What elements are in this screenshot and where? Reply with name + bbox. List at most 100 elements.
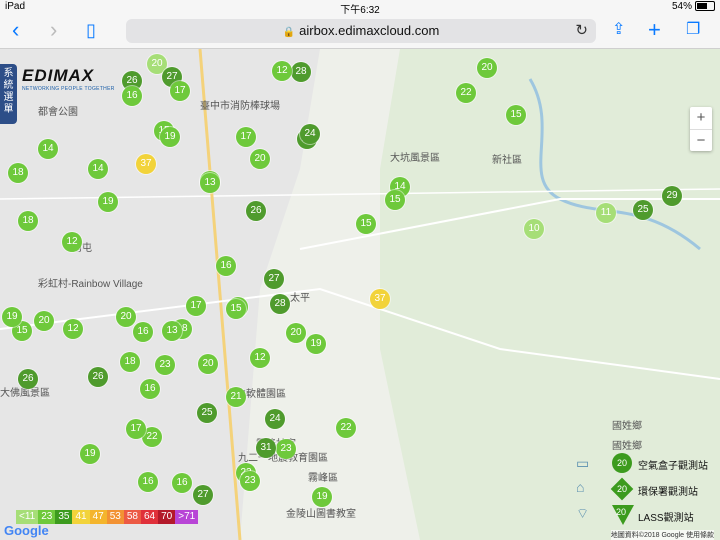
aqi-scale-item: 70 — [158, 510, 176, 524]
station-marker[interactable]: 17 — [186, 296, 206, 316]
station-marker[interactable]: 16 — [216, 256, 236, 276]
station-marker[interactable]: 19 — [2, 307, 22, 327]
station-marker[interactable]: 37 — [136, 154, 156, 174]
station-marker[interactable]: 18 — [120, 352, 140, 372]
aqi-scale-item: 53 — [106, 510, 124, 524]
legend-region-label: 國姓鄉 — [612, 441, 642, 452]
station-marker[interactable]: 12 — [63, 319, 83, 339]
station-marker[interactable]: 16 — [133, 322, 153, 342]
station-marker[interactable]: 17 — [236, 127, 256, 147]
forward-button[interactable]: › — [50, 18, 57, 42]
station-marker[interactable]: 31 — [256, 438, 276, 458]
epa-station-icon: ⌂ — [576, 479, 585, 495]
place-label: 新社區 — [492, 155, 522, 166]
station-marker[interactable]: 26 — [18, 369, 38, 389]
station-marker[interactable]: 22 — [456, 83, 476, 103]
place-label: 彩虹村-Rainbow Village — [38, 279, 143, 290]
zoom-out-button[interactable]: − — [690, 129, 712, 152]
back-button[interactable]: ‹ — [12, 18, 19, 42]
station-marker[interactable]: 15 — [385, 190, 405, 210]
station-marker[interactable]: 18 — [8, 163, 28, 183]
station-marker[interactable]: 20 — [286, 323, 306, 343]
aqi-scale-item: >71 — [175, 510, 199, 524]
tabs-icon[interactable]: ❐ — [686, 18, 700, 42]
station-marker[interactable]: 19 — [312, 487, 332, 507]
station-marker[interactable]: 19 — [80, 444, 100, 464]
zoom-control: + − — [690, 107, 712, 151]
system-menu-tab[interactable]: 系統選單 — [0, 64, 17, 124]
station-marker[interactable]: 10 — [524, 219, 544, 239]
place-label: 霧峰區 — [308, 473, 338, 484]
station-marker[interactable]: 22 — [336, 418, 356, 438]
station-marker[interactable]: 16 — [122, 86, 142, 106]
lock-icon: 🔒 — [282, 27, 296, 38]
station-marker[interactable]: 20 — [250, 149, 270, 169]
station-marker[interactable]: 19 — [160, 127, 180, 147]
station-marker[interactable]: 20 — [198, 354, 218, 374]
station-marker[interactable]: 18 — [18, 211, 38, 231]
station-marker[interactable]: 13 — [162, 321, 182, 341]
aqi-scale-item: 64 — [140, 510, 159, 524]
place-label: 金陵山圖書教室 — [286, 509, 356, 520]
station-marker[interactable]: 28 — [270, 294, 290, 314]
station-marker[interactable]: 29 — [662, 186, 682, 206]
reload-icon[interactable]: ↻ — [575, 19, 588, 43]
aqi-scale-item: 58 — [123, 510, 141, 524]
station-marker[interactable]: 13 — [200, 173, 220, 193]
new-tab-button[interactable]: + — [648, 18, 661, 42]
airbox-marker-icon: 20 — [612, 453, 632, 473]
station-marker[interactable]: 16 — [138, 472, 158, 492]
station-marker[interactable]: 23 — [276, 439, 296, 459]
station-marker[interactable]: 16 — [172, 473, 192, 493]
status-bar: iPad 下午6:32 54% — [0, 0, 720, 16]
station-marker[interactable]: 25 — [197, 403, 217, 423]
station-marker[interactable]: 16 — [140, 379, 160, 399]
legend-row-airbox: ▭ 20 空氣盒子觀測站 — [576, 453, 708, 473]
station-marker[interactable]: 15 — [226, 299, 246, 319]
station-marker[interactable]: 23 — [155, 355, 175, 375]
aqi-scale-item: <11 — [16, 510, 39, 524]
aqi-scale-item: 47 — [89, 510, 107, 524]
station-marker[interactable]: 25 — [633, 200, 653, 220]
station-marker[interactable]: 24 — [265, 409, 285, 429]
airbox-icon: ▭ — [576, 455, 590, 471]
battery-icon — [695, 1, 715, 12]
station-marker[interactable]: 15 — [506, 105, 526, 125]
station-marker[interactable]: 12 — [62, 232, 82, 252]
station-marker[interactable]: 23 — [240, 471, 260, 491]
station-marker[interactable]: 17 — [170, 81, 190, 101]
station-marker[interactable]: 17 — [126, 419, 146, 439]
bookmarks-icon[interactable]: ▯ — [86, 18, 96, 42]
station-marker[interactable]: 28 — [291, 62, 311, 82]
station-marker[interactable]: 14 — [88, 159, 108, 179]
place-label: 太平 — [290, 293, 310, 304]
station-marker[interactable]: 11 — [596, 203, 616, 223]
address-bar[interactable]: 🔒 airbox.edimaxcloud.com ↻ — [126, 19, 596, 43]
url-text: airbox.edimaxcloud.com — [299, 23, 440, 38]
station-marker[interactable]: 20 — [34, 311, 54, 331]
aqi-scale-item: 41 — [72, 510, 90, 524]
station-marker[interactable]: 19 — [306, 334, 326, 354]
station-marker[interactable]: 20 — [477, 58, 497, 78]
legend-row-epa: ⌂ 20 環保署觀測站 — [572, 477, 712, 501]
station-marker[interactable]: 20 — [116, 307, 136, 327]
browser-toolbar: ‹ › ▯ 🔒 airbox.edimaxcloud.com ↻ ⇪ + ❐ — [0, 14, 720, 49]
zoom-in-button[interactable]: + — [690, 107, 712, 129]
station-marker[interactable]: 19 — [98, 192, 118, 212]
station-marker[interactable]: 27 — [264, 269, 284, 289]
station-marker[interactable]: 26 — [246, 201, 266, 221]
place-label: 臺中市消防棒球場 — [200, 101, 280, 112]
station-marker[interactable]: 15 — [356, 214, 376, 234]
map-copyright[interactable]: 地圖資料©2018 Google 使用條款 — [610, 530, 714, 540]
share-icon[interactable]: ⇪ — [612, 18, 625, 42]
station-marker[interactable]: 24 — [300, 124, 320, 144]
place-label: 國姓鄉 — [612, 421, 642, 432]
station-marker[interactable]: 14 — [38, 139, 58, 159]
station-marker[interactable]: 37 — [370, 289, 390, 309]
map-canvas[interactable]: 都會公園 臺中市消防棒球場 大坑風景區 新社區 南屯 彩虹村-Rainbow V… — [0, 49, 720, 540]
station-marker[interactable]: 27 — [193, 485, 213, 505]
station-marker[interactable]: 21 — [226, 387, 246, 407]
station-marker[interactable]: 12 — [272, 61, 292, 81]
station-marker[interactable]: 26 — [88, 367, 108, 387]
station-marker[interactable]: 12 — [250, 348, 270, 368]
